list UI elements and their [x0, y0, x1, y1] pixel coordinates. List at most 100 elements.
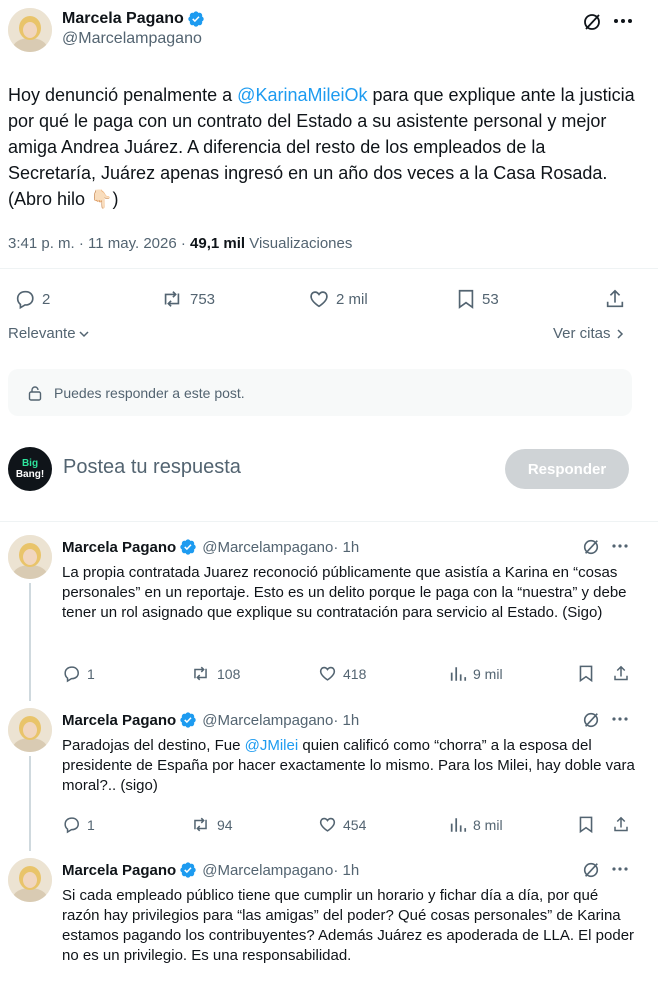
reply-count: 1 — [87, 816, 95, 833]
repost-icon — [164, 291, 180, 307]
reply-button[interactable]: Responder — [505, 449, 629, 489]
author-info: Marcela Pagano @Marcelampagano — [62, 10, 205, 48]
reply-icon — [64, 817, 79, 834]
reply-author-handle[interactable]: @Marcelampagano — [202, 539, 333, 556]
grok-icon[interactable] — [582, 538, 600, 556]
reply-icon — [16, 290, 34, 310]
more-options-icon[interactable] — [612, 544, 628, 548]
reply-time[interactable]: · 1h — [333, 862, 359, 879]
repost-action[interactable]: 94 — [190, 815, 233, 834]
composer-avatar-text: Big — [21, 458, 39, 469]
reply-action[interactable]: 1 — [62, 664, 95, 683]
post-text-segment: ) — [112, 189, 119, 209]
reply-header: Marcela Pagano @Marcelampagano · 1h — [62, 711, 359, 729]
like-action[interactable]: 454 — [318, 815, 366, 834]
thread-line — [29, 756, 31, 851]
view-quotes-link[interactable]: Ver citas — [553, 325, 625, 342]
composer-avatar[interactable]: Big Bang! — [8, 447, 52, 491]
reply-avatar[interactable] — [8, 535, 52, 579]
share-action[interactable] — [604, 288, 626, 310]
heart-icon — [310, 291, 328, 308]
views-action[interactable]: 8 mil — [449, 815, 503, 834]
verified-badge-icon — [180, 712, 196, 728]
lock-icon — [28, 385, 42, 401]
avatar-image — [8, 858, 52, 902]
share-icon — [614, 665, 628, 681]
reply-action[interactable]: 2 — [14, 288, 50, 310]
repost-count: 108 — [217, 665, 241, 682]
heart-icon — [319, 666, 336, 681]
bookmark-count: 53 — [482, 290, 499, 308]
repost-icon — [194, 817, 207, 832]
reply-author-name[interactable]: Marcela Pagano — [62, 712, 176, 729]
reply-action[interactable]: 1 — [62, 815, 95, 834]
repost-action[interactable]: 753 — [160, 288, 215, 310]
chevron-right-icon — [617, 328, 623, 339]
reply-avatar[interactable] — [8, 708, 52, 752]
divider — [0, 268, 658, 269]
reply-icon — [64, 666, 79, 683]
avatar-image — [8, 535, 52, 579]
repost-icon — [194, 666, 207, 681]
share-action[interactable] — [612, 815, 630, 834]
like-action[interactable]: 2 mil — [308, 288, 368, 310]
grok-icon[interactable] — [582, 861, 600, 879]
verified-badge-icon — [180, 862, 196, 878]
reply-avatar[interactable] — [8, 858, 52, 902]
post-meta: 3:41 p. m. · 11 may. 2026 · 49,1 mil Vis… — [8, 235, 352, 252]
repost-action[interactable]: 108 — [190, 664, 240, 683]
reply-author-handle[interactable]: @Marcelampagano — [202, 862, 333, 879]
bookmark-icon — [579, 665, 593, 683]
mention-link[interactable]: @KarinaMileiOk — [237, 85, 367, 105]
reply-author-name[interactable]: Marcela Pagano — [62, 862, 176, 879]
reply-input[interactable]: Postea tu respuesta — [63, 456, 241, 479]
views-label: Visualizaciones — [245, 235, 353, 252]
bookmark-action[interactable]: 53 — [456, 288, 499, 310]
mention-link[interactable]: @JMilei — [245, 737, 299, 754]
post-timestamp[interactable]: 3:41 p. m. · 11 may. 2026 · — [8, 235, 190, 252]
thread-line — [29, 583, 31, 701]
sort-dropdown[interactable]: Relevante — [8, 325, 90, 342]
more-options-icon[interactable] — [612, 867, 628, 871]
views-count: 8 mil — [473, 816, 503, 833]
reply-text: La propia contratada Juarez reconoció pú… — [62, 564, 627, 621]
verified-badge-icon — [180, 539, 196, 555]
like-count: 418 — [343, 665, 367, 682]
composer-avatar-text: Bang! — [15, 469, 45, 480]
bookmark-action[interactable] — [578, 815, 594, 834]
analytics-icon — [450, 818, 467, 832]
more-options-icon[interactable] — [613, 18, 633, 24]
views-action[interactable]: 9 mil — [449, 664, 503, 683]
bookmark-icon — [579, 816, 593, 834]
views-count: 9 mil — [473, 665, 503, 682]
avatar-image — [8, 708, 52, 752]
like-count: 2 mil — [336, 290, 368, 308]
bookmark-action[interactable] — [578, 664, 594, 683]
sort-label: Relevante — [8, 325, 76, 342]
author-name[interactable]: Marcela Pagano — [62, 10, 184, 28]
reply-restriction-notice: Puedes responder a este post. — [8, 369, 632, 416]
verified-badge-icon — [188, 11, 204, 27]
author-handle[interactable]: @Marcelampagano — [62, 30, 205, 48]
reply-header: Marcela Pagano @Marcelampagano · 1h — [62, 861, 359, 879]
reply-text: Paradojas del destino, Fue @JMilei quien… — [62, 736, 637, 796]
reply-text-segment: Paradojas del destino, Fue — [62, 737, 245, 754]
repost-count: 94 — [217, 816, 233, 833]
share-action[interactable] — [612, 664, 630, 683]
share-icon — [614, 816, 628, 832]
grok-icon[interactable] — [582, 711, 600, 729]
like-action[interactable]: 418 — [318, 664, 366, 683]
view-quotes-label: Ver citas — [553, 325, 611, 342]
post-text-segment: Hoy denunció penalmente a — [8, 85, 238, 105]
pointing-down-emoji: 👇🏻 — [90, 189, 113, 209]
more-options-icon[interactable] — [612, 717, 628, 721]
chevron-down-icon — [79, 330, 89, 337]
reply-author-name[interactable]: Marcela Pagano — [62, 539, 176, 556]
grok-icon[interactable] — [582, 12, 602, 32]
analytics-icon — [450, 667, 467, 681]
reply-time[interactable]: · 1h — [333, 712, 359, 729]
author-avatar[interactable] — [8, 8, 52, 52]
reply-text: Si cada empleado público tiene que cumpl… — [62, 887, 635, 964]
reply-time[interactable]: · 1h — [333, 539, 359, 556]
reply-author-handle[interactable]: @Marcelampagano — [202, 712, 333, 729]
